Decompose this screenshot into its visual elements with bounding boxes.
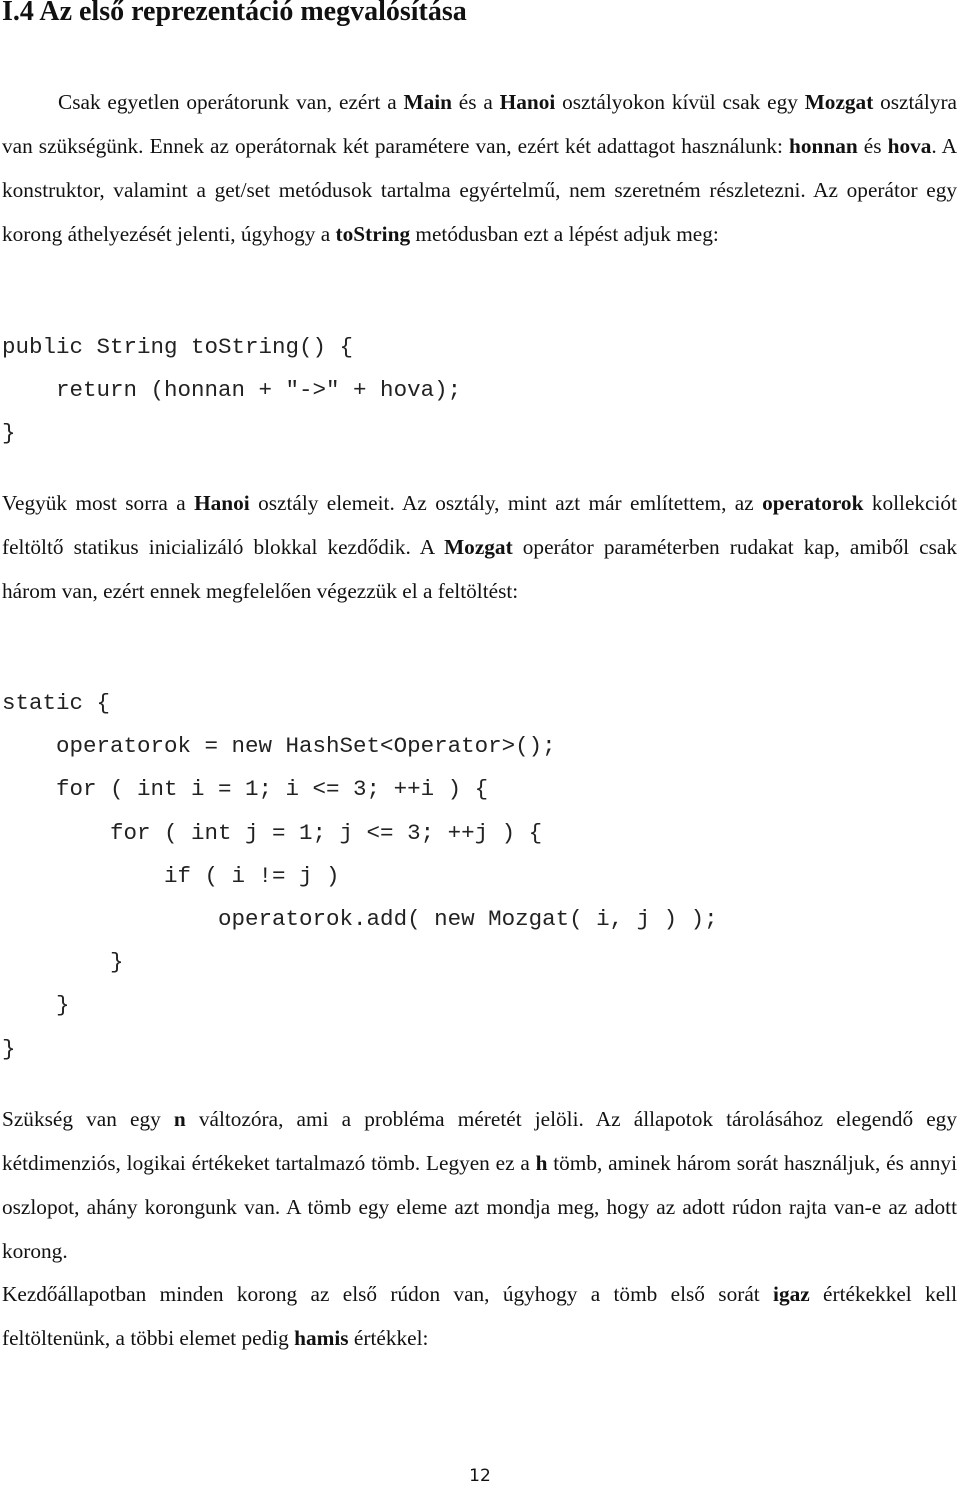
- paragraph-hanoi-elements: Vegyük most sorra a Hanoi osztály elemei…: [2, 481, 957, 613]
- text-run: Vegyük most sorra a: [2, 491, 195, 515]
- text-run: Kezdőállapotban minden korong az első rú…: [2, 1282, 774, 1306]
- code-line: }: [2, 992, 70, 1019]
- bold-term: Main: [403, 90, 452, 114]
- paragraph-intro: Csak egyetlen operátorunk van, ezért a M…: [2, 80, 957, 256]
- code-line: }: [2, 949, 124, 976]
- bold-term: operatorok: [762, 491, 864, 515]
- paragraph-state-array: Szükség van egy n változóra, ami a probl…: [2, 1097, 957, 1273]
- section-heading: I.4 Az első reprezentáció megvalósítása: [2, 0, 467, 27]
- text-run: osztályokon kívül csak egy: [555, 90, 805, 114]
- code-line: if ( i != j ): [2, 862, 340, 889]
- text-run: értékkel:: [348, 1326, 429, 1350]
- bold-term: Hanoi: [194, 491, 250, 515]
- code-block-static-init: static { operatorok = new HashSet<Operat…: [2, 682, 718, 1071]
- code-line: }: [2, 420, 16, 447]
- code-line: }: [2, 1035, 16, 1062]
- text-run: Csak egyetlen operátorunk van, ezért a: [58, 90, 404, 114]
- code-line: static {: [2, 690, 111, 716]
- page-number: 12: [469, 1466, 491, 1486]
- bold-term: Mozgat: [444, 535, 513, 559]
- text-run: metódusban ezt a lépést adjuk meg:: [410, 222, 719, 246]
- bold-term: toString: [335, 222, 411, 246]
- paragraph-initial-state: Kezdőállapotban minden korong az első rú…: [2, 1272, 957, 1360]
- bold-term: igaz: [773, 1282, 810, 1306]
- code-line: for ( int i = 1; i <= 3; ++i ) {: [2, 776, 489, 803]
- bold-term: honnan: [789, 134, 858, 158]
- code-block-tostring: public String toString() { return (honna…: [2, 326, 461, 456]
- bold-term: hova: [887, 134, 932, 158]
- text-run: Szükség van egy: [2, 1107, 174, 1131]
- bold-term: h: [535, 1151, 548, 1175]
- text-run: osztály elemeit. Az osztály, mint azt má…: [249, 491, 763, 515]
- code-line: for ( int j = 1; j <= 3; ++j ) {: [2, 819, 543, 846]
- text-run: és: [857, 134, 888, 158]
- code-line: public String toString() {: [2, 334, 354, 360]
- bold-term: n: [173, 1107, 186, 1131]
- bold-term: Hanoi: [499, 90, 556, 114]
- bold-term: hamis: [294, 1326, 349, 1350]
- code-line: return (honnan + "->" + hova);: [2, 377, 462, 404]
- bold-term: Mozgat: [804, 90, 874, 114]
- code-line: operatorok = new HashSet<Operator>();: [2, 733, 556, 760]
- text-run: és a: [451, 90, 500, 114]
- code-line: operatorok.add( new Mozgat( i, j ) );: [2, 905, 718, 932]
